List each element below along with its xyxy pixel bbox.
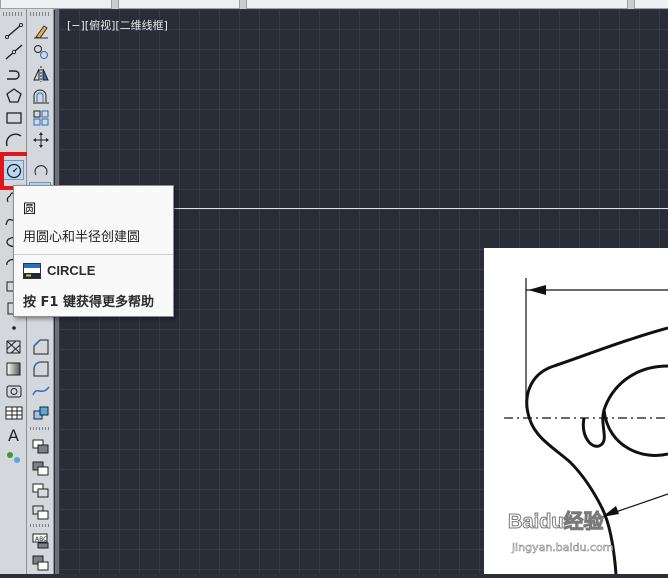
- toolbar-separator: [30, 524, 50, 527]
- hatch-icon[interactable]: [2, 336, 24, 356]
- gradient-icon[interactable]: [2, 358, 24, 378]
- dropdown-partial[interactable]: [0, 0, 112, 9]
- point-icon[interactable]: [2, 317, 24, 337]
- line-icon[interactable]: [2, 20, 24, 40]
- fillet-icon[interactable]: [29, 358, 51, 378]
- toolbar-grip[interactable]: [30, 12, 50, 16]
- text-front-icon[interactable]: ABC: [29, 530, 51, 550]
- tooltip-help-hint: 按 F1 键获得更多帮助: [23, 295, 154, 310]
- watermark-url: jingyan.baidu.com: [512, 541, 614, 555]
- table-icon[interactable]: [2, 402, 24, 422]
- arc-icon[interactable]: [2, 129, 24, 149]
- erase-icon[interactable]: [29, 20, 51, 40]
- draworder-back-icon[interactable]: [29, 458, 51, 478]
- svg-text:A: A: [8, 426, 19, 445]
- watermark-brand: Baidu经验: [508, 511, 605, 534]
- chamfer-icon[interactable]: [29, 336, 51, 356]
- mirror-icon[interactable]: [29, 63, 51, 83]
- dropdown-partial[interactable]: [246, 0, 628, 9]
- region-icon[interactable]: [2, 380, 24, 400]
- svg-text:ABC: ABC: [35, 536, 47, 543]
- hatch-back-icon[interactable]: [29, 552, 51, 572]
- draworder-under-icon[interactable]: [29, 502, 51, 522]
- blend-icon[interactable]: [29, 380, 51, 400]
- circle-tooltip: 圆 用圆心和半径创建圆 CIRCLE 按 F1 键获得更多帮助: [13, 185, 174, 317]
- rectangle-icon[interactable]: [2, 107, 24, 127]
- explode-icon[interactable]: [29, 402, 51, 422]
- toolbar-grip[interactable]: [3, 12, 23, 16]
- array-icon[interactable]: [29, 107, 51, 127]
- polygon-icon[interactable]: [2, 85, 24, 105]
- viewport-controls-label[interactable]: [−][俯视][二维线框]: [67, 17, 168, 33]
- construction-line-icon[interactable]: [2, 41, 24, 61]
- tooltip-divider: [14, 254, 173, 255]
- add-selected-icon[interactable]: [2, 446, 24, 466]
- baidu-jingyan-watermark: Baidu经验 jingyan.baidu.com: [508, 505, 658, 565]
- polyline-icon[interactable]: [2, 63, 24, 83]
- dropdown-partial[interactable]: [634, 0, 668, 9]
- dropdown-partial[interactable]: [118, 0, 240, 9]
- tooltip-description: 用圆心和半径创建圆: [23, 230, 141, 245]
- command-line-icon: [23, 263, 41, 279]
- move-icon[interactable]: [29, 129, 51, 149]
- offset-icon[interactable]: [29, 85, 51, 105]
- tooltip-command-name: CIRCLE: [47, 263, 96, 278]
- multiline-text-icon[interactable]: A: [2, 424, 24, 445]
- tooltip-title: 圆: [23, 202, 37, 217]
- copy-icon[interactable]: [29, 41, 51, 61]
- draworder-icon[interactable]: [29, 436, 51, 456]
- toolbar-separator: [30, 427, 50, 430]
- draworder-above-icon[interactable]: [29, 480, 51, 500]
- rotate-icon[interactable]: [29, 160, 51, 180]
